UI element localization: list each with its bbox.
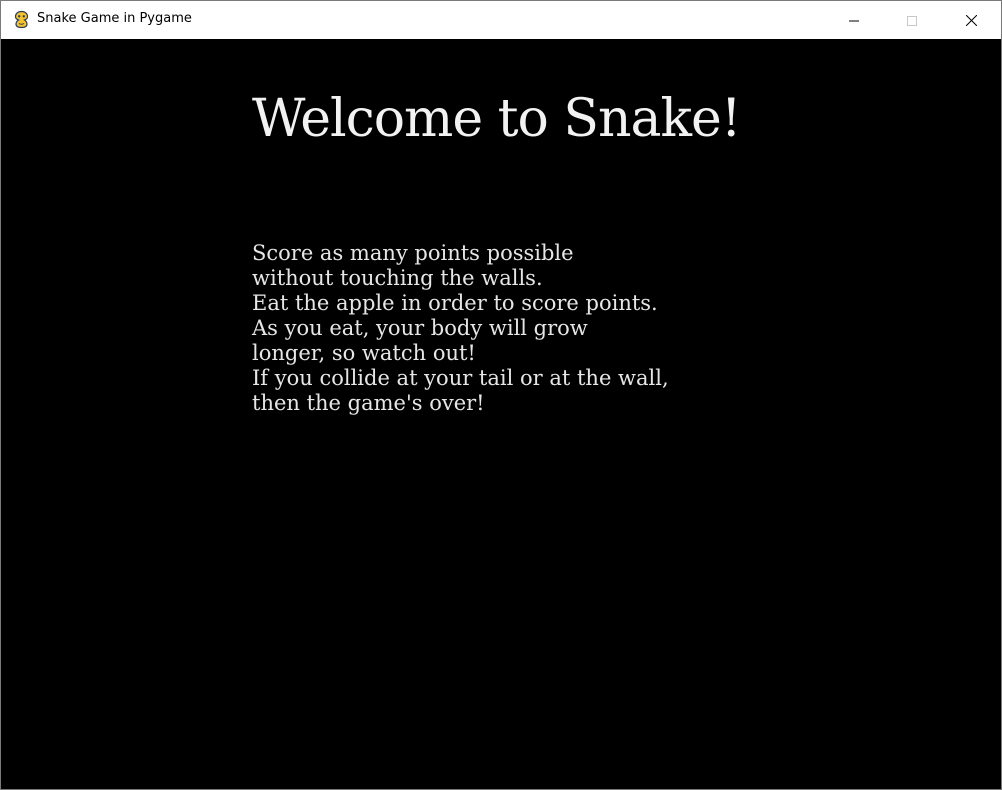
minimize-button[interactable] (825, 1, 883, 39)
instruction-line: If you collide at your tail or at the wa… (252, 366, 669, 390)
instruction-line: As you eat, your body will grow (252, 316, 588, 340)
close-icon (965, 11, 977, 30)
pygame-snake-icon (12, 10, 31, 29)
instruction-line: without touching the walls. (252, 266, 543, 290)
maximize-icon (907, 11, 917, 30)
app-window: Snake Game in Pygame Welcome to Snake! S… (0, 0, 1002, 790)
instruction-line: then the game's over! (252, 391, 485, 415)
title-bar[interactable]: Snake Game in Pygame (1, 1, 1001, 39)
welcome-heading: Welcome to Snake! (252, 89, 742, 149)
minimize-icon (849, 11, 859, 30)
instruction-line: Score as many points possible (252, 241, 574, 265)
maximize-button[interactable] (883, 1, 941, 39)
instructions-text: Score as many points possible without to… (252, 241, 669, 416)
game-canvas[interactable]: Welcome to Snake! Score as many points p… (1, 39, 1001, 789)
window-title: Snake Game in Pygame (37, 11, 192, 26)
instruction-line: longer, so watch out! (252, 341, 476, 365)
close-button[interactable] (942, 1, 1000, 39)
instruction-line: Eat the apple in order to score points. (252, 291, 658, 315)
